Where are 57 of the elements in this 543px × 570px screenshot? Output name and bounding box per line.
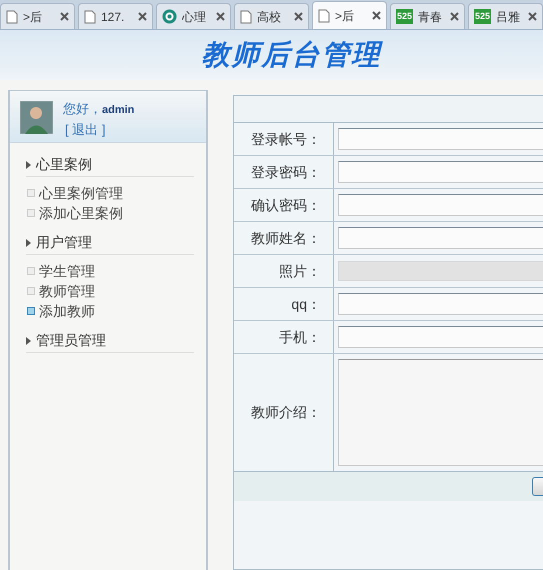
logo-icon [162, 9, 177, 24]
browser-tab[interactable]: 525 吕雅 [468, 3, 543, 29]
browser-tab[interactable]: 心理 [156, 3, 231, 29]
field-label: 手机： [279, 328, 321, 346]
menu-section-title[interactable]: 管理员管理 [36, 330, 106, 351]
browser-tab[interactable]: >后 [0, 3, 75, 29]
field-label: 登录帐号： [251, 130, 321, 148]
field-label: 确认密码： [251, 196, 321, 214]
field-label: 教师姓名： [251, 228, 321, 248]
triangle-icon [26, 238, 31, 246]
menu-link[interactable]: 添加教师 [39, 300, 95, 322]
close-icon[interactable] [528, 12, 537, 21]
tab-label: 心理 [182, 8, 207, 26]
menu-link[interactable]: 心里案例管理 [39, 182, 123, 204]
menu-link[interactable]: 教师管理 [39, 280, 95, 302]
page-icon [240, 10, 252, 24]
close-icon[interactable] [60, 12, 69, 21]
greeting-text: 您好，admin [63, 100, 134, 118]
close-icon[interactable] [216, 12, 225, 21]
input-field[interactable] [338, 194, 543, 216]
site-badge: 525 [474, 9, 492, 24]
close-icon[interactable] [372, 11, 381, 20]
close-icon[interactable] [138, 12, 147, 21]
page-icon [6, 10, 18, 24]
browser-tab[interactable]: 高校 [234, 3, 309, 29]
input-field[interactable] [338, 128, 543, 150]
tab-label: >后 [23, 8, 44, 26]
field-label: qq： [291, 294, 321, 314]
browser-tab[interactable]: 525 青春 [390, 3, 465, 29]
page-icon [84, 10, 96, 24]
close-icon[interactable] [294, 12, 303, 21]
tab-label: >后 [335, 8, 356, 24]
site-badge: 525 [396, 9, 414, 24]
tab-label: 127. [101, 8, 126, 26]
field-label: 照片： [279, 262, 321, 280]
input-field[interactable] [338, 326, 543, 348]
field-label: 登录密码： [251, 162, 321, 182]
field-label: 教师介绍： [251, 403, 321, 422]
triangle-icon [26, 160, 31, 168]
browser-tab[interactable]: 127. [78, 3, 153, 29]
menu-link[interactable]: 学生管理 [39, 260, 95, 282]
tab-label: 高校 [257, 8, 282, 26]
triangle-icon [26, 336, 31, 344]
input-field[interactable] [338, 161, 543, 183]
logout-link[interactable]: [ 退出 ] [63, 120, 134, 139]
input-field[interactable] [338, 227, 543, 249]
avatar-icon [20, 101, 53, 134]
close-icon[interactable] [450, 12, 459, 21]
page-title: 教师后台管理 [202, 37, 382, 73]
menu-section-title[interactable]: 心里案例 [36, 154, 92, 175]
tab-label: 吕雅 [496, 8, 522, 26]
tab-label: 青春 [418, 8, 444, 26]
menu-link[interactable]: 添加心里案例 [39, 202, 123, 224]
browser-tab[interactable]: >后 [312, 1, 387, 29]
page-icon [318, 8, 330, 22]
input-field[interactable] [338, 293, 543, 315]
menu-section-title[interactable]: 用户管理 [36, 232, 92, 253]
